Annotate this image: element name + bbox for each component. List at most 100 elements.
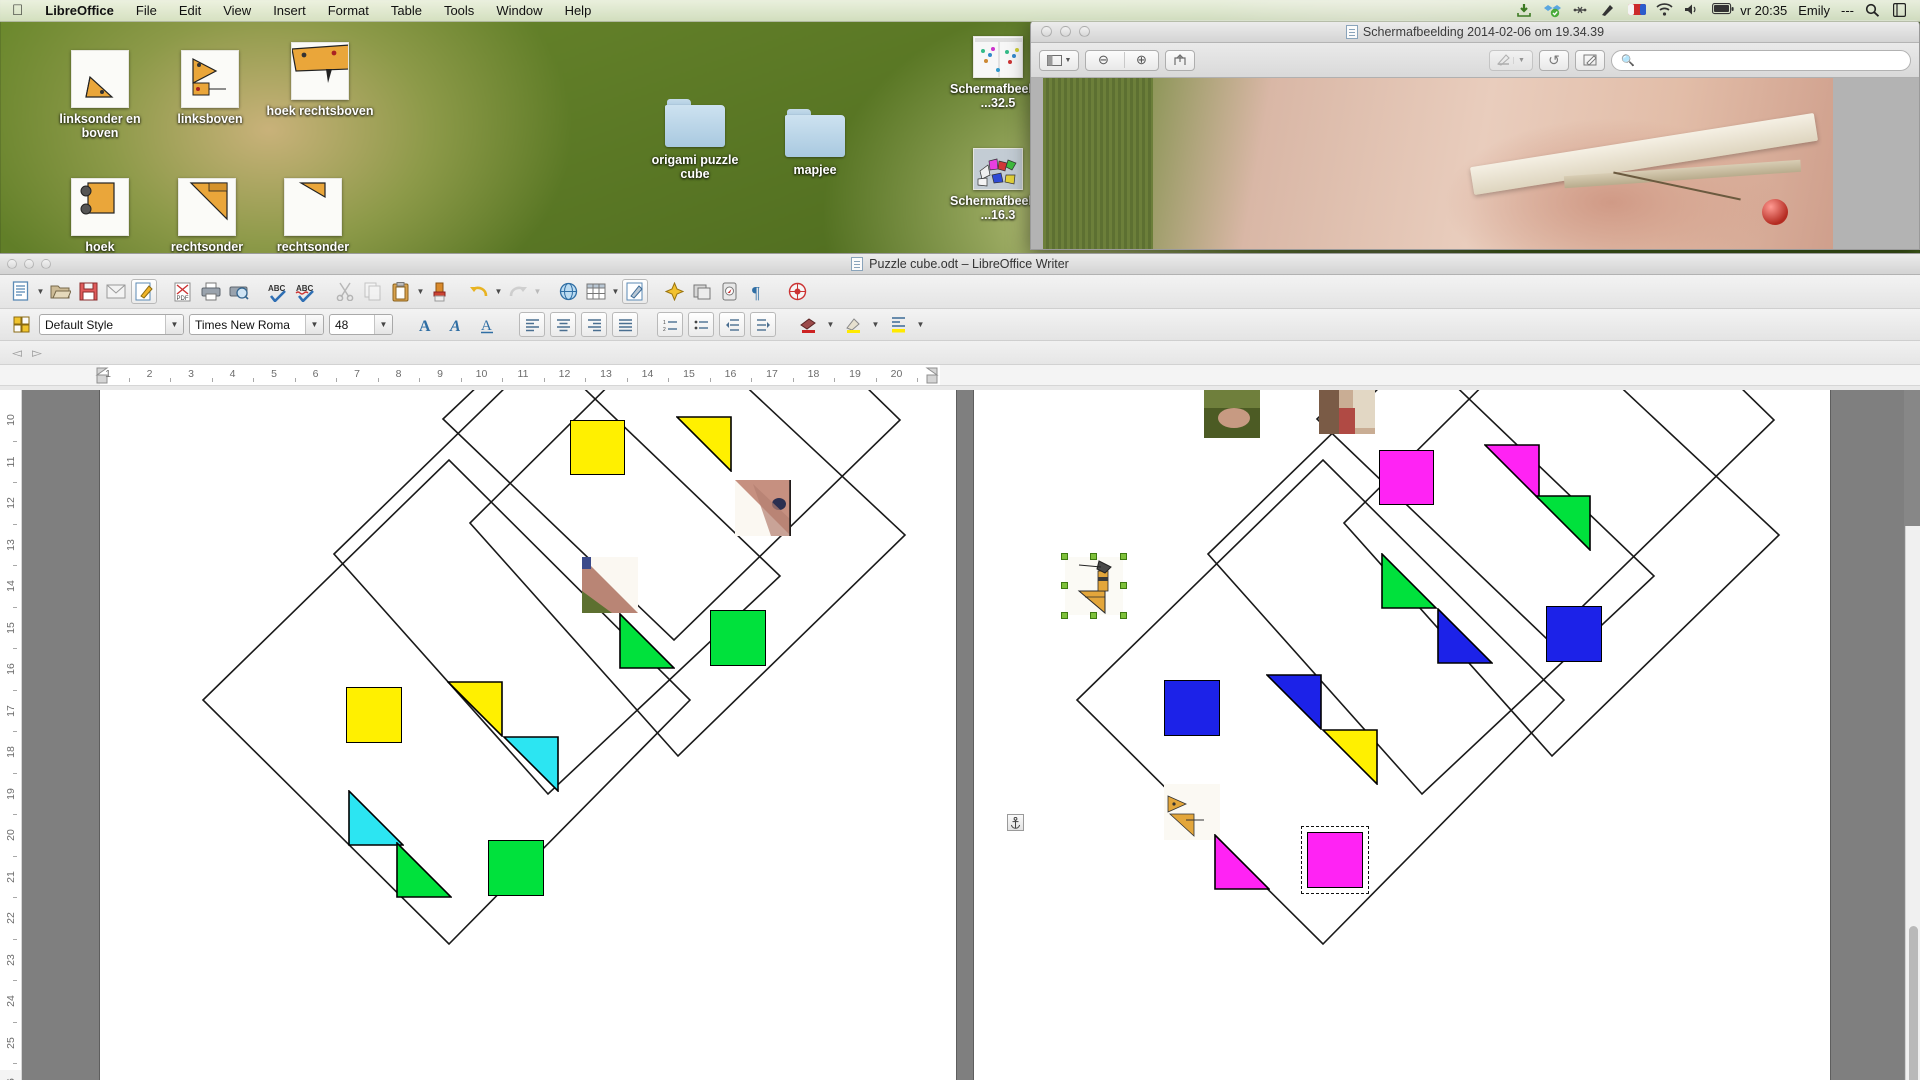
selected-object-origami[interactable] xyxy=(1061,553,1127,619)
object-anchor-icon[interactable] xyxy=(1007,814,1024,831)
vertical-ruler[interactable]: 1011121314151617181920212223242526 xyxy=(0,390,22,1080)
desktop-icon-rechtsonder-2[interactable]: rechtsonder xyxy=(258,178,368,254)
writer-titlebar[interactable]: Puzzle cube.odt – LibreOffice Writer xyxy=(0,254,1920,275)
shape-triangle-blue-1[interactable] xyxy=(1437,608,1493,664)
shape-triangle-photo-1[interactable] xyxy=(735,480,791,536)
decrease-indent-button[interactable] xyxy=(719,312,745,337)
preview-search-field[interactable]: 🔍 xyxy=(1611,49,1911,71)
spelling-button[interactable]: ABC xyxy=(265,279,291,304)
shape-square-yellow-2[interactable] xyxy=(346,687,402,743)
mac-menubar[interactable]:  LibreOffice File Edit View Insert Form… xyxy=(0,0,1920,22)
desktop-icon-linksonder-en-boven[interactable]: linksonder en boven xyxy=(45,50,155,140)
document-page-left[interactable] xyxy=(100,390,956,1080)
align-center-button[interactable] xyxy=(550,312,576,337)
paragraph-background-button[interactable] xyxy=(885,312,911,337)
highlighting-dropdown-caret[interactable]: ▼ xyxy=(871,312,880,337)
shape-triangle-cyan-1[interactable] xyxy=(503,736,559,792)
export-pdf-button[interactable]: PDF xyxy=(170,279,196,304)
sidebar-toggle-button[interactable]: ▼ xyxy=(1039,49,1079,71)
ordered-list-button[interactable]: 12 xyxy=(657,312,683,337)
gallery-button[interactable] xyxy=(689,279,715,304)
standard-toolbar[interactable]: ▼ PDF ABC ABC ▼ ▼ ▼ ▼ ¶ xyxy=(0,275,1920,309)
pen-icon[interactable] xyxy=(1600,3,1617,18)
menu-tools[interactable]: Tools xyxy=(433,0,485,22)
align-right-button[interactable] xyxy=(581,312,607,337)
shape-triangle-yellow-3[interactable] xyxy=(1322,729,1378,785)
align-left-button[interactable] xyxy=(519,312,545,337)
previous-icon[interactable]: ◅ xyxy=(12,345,22,361)
font-color-button[interactable] xyxy=(795,312,821,337)
minimize-button[interactable] xyxy=(24,259,34,269)
desktop-folder-origami-puzzle-cube[interactable]: origami puzzle cube xyxy=(640,95,750,181)
paragraph-styles-button[interactable] xyxy=(8,312,34,337)
chevron-down-icon[interactable]: ▼ xyxy=(374,315,392,334)
window-traffic-lights[interactable] xyxy=(1031,26,1090,37)
shape-triangle-yellow[interactable] xyxy=(676,416,732,472)
rotate-button[interactable]: ↺ xyxy=(1539,49,1569,71)
minimize-button[interactable] xyxy=(1060,26,1071,37)
increase-indent-button[interactable] xyxy=(750,312,776,337)
paste-dropdown-caret[interactable]: ▼ xyxy=(416,279,425,304)
libreoffice-writer-window[interactable]: Puzzle cube.odt – LibreOffice Writer ▼ P… xyxy=(0,253,1920,1080)
document-canvas[interactable] xyxy=(22,390,1904,1080)
notification-center-icon[interactable] xyxy=(1893,3,1910,18)
font-size-combo[interactable]: 48 ▼ xyxy=(329,314,393,335)
shape-square-photo-2[interactable] xyxy=(1319,390,1375,434)
menubar-username[interactable]: Emily xyxy=(1798,3,1830,18)
shape-triangle-photo-2[interactable] xyxy=(582,557,638,613)
selection-handle-se[interactable] xyxy=(1120,612,1127,619)
menubar-clock[interactable]: vr 20:35 xyxy=(1740,3,1787,18)
selection-handle-s[interactable] xyxy=(1090,612,1097,619)
formatting-toolbar[interactable]: Default Style ▼ Times New Roma ▼ 48 ▼ A … xyxy=(0,309,1920,341)
redo-dropdown-caret[interactable]: ▼ xyxy=(533,279,542,304)
document-canvas-area[interactable]: 1011121314151617181920212223242526 xyxy=(0,390,1920,1080)
shape-square-magenta-1[interactable] xyxy=(1379,450,1434,505)
preview-image-area[interactable] xyxy=(1031,78,1919,249)
apple-logo-icon[interactable]:  xyxy=(0,3,34,18)
close-button[interactable] xyxy=(7,259,17,269)
markup-button[interactable]: ▼ xyxy=(1489,49,1533,71)
table-button[interactable] xyxy=(583,279,609,304)
shape-triangle-yellow-2[interactable] xyxy=(447,681,503,737)
indent-marker-right-icon[interactable] xyxy=(925,367,939,385)
menubar-status-items[interactable]: vr 20:35 Emily --- xyxy=(1516,3,1920,18)
shape-square-blue-2[interactable] xyxy=(1164,680,1220,736)
undo-dropdown-caret[interactable]: ▼ xyxy=(494,279,503,304)
menu-insert[interactable]: Insert xyxy=(262,0,317,22)
volume-icon[interactable] xyxy=(1684,3,1701,18)
shape-square-green-2[interactable] xyxy=(488,840,544,896)
selection-handle-n[interactable] xyxy=(1090,553,1097,560)
email-button[interactable] xyxy=(103,279,129,304)
preview-toolbar[interactable]: ▼ ⊖ ⊕ ▼ ↺ 🔍 xyxy=(1031,43,1919,78)
new-document-dropdown-caret[interactable]: ▼ xyxy=(36,279,45,304)
zoom-button[interactable] xyxy=(41,259,51,269)
shape-triangle-magenta-2[interactable] xyxy=(1214,834,1270,890)
highlighting-color-button[interactable] xyxy=(840,312,866,337)
hyperlink-button[interactable] xyxy=(555,279,581,304)
annotate-button[interactable] xyxy=(1575,49,1605,71)
horizontal-ruler[interactable]: 1 2 3 4 5 6 7 8 9 10 11 12 13 14 15 16 17 18 19 20 xyxy=(0,365,1920,386)
bluetooth-icon[interactable] xyxy=(1572,3,1589,18)
font-name-combo[interactable]: Times New Roma ▼ xyxy=(189,314,324,335)
flag-icon[interactable] xyxy=(1628,3,1647,18)
shape-origami-image-1[interactable] xyxy=(1164,784,1220,840)
cut-button[interactable] xyxy=(332,279,358,304)
open-button[interactable] xyxy=(47,279,73,304)
zoom-in-icon[interactable]: ⊕ xyxy=(1124,52,1158,68)
chevron-down-icon[interactable]: ▼ xyxy=(165,315,183,334)
menu-help[interactable]: Help xyxy=(554,0,603,22)
menu-file[interactable]: File xyxy=(125,0,168,22)
autospellcheck-button[interactable]: ABC xyxy=(293,279,319,304)
desktop-icon-hoek-rechtsboven[interactable]: hoek rechtsboven xyxy=(265,42,375,118)
desktop-icon-hoek[interactable]: hoek xyxy=(45,178,155,254)
selection-handle-nw[interactable] xyxy=(1061,553,1068,560)
selection-handle-ne[interactable] xyxy=(1120,553,1127,560)
desktop-icon-linksboven[interactable]: linksboven xyxy=(155,50,265,126)
show-draw-functions-button[interactable] xyxy=(622,279,648,304)
scrollbar-thumb[interactable] xyxy=(1909,926,1918,1080)
redo-button[interactable] xyxy=(505,279,531,304)
chevron-down-icon[interactable]: ▼ xyxy=(305,315,323,334)
battery-icon[interactable] xyxy=(1712,3,1734,18)
navigation-bar[interactable]: ◅ ▻ xyxy=(0,341,1920,365)
vertical-scrollbar[interactable] xyxy=(1905,526,1920,1080)
